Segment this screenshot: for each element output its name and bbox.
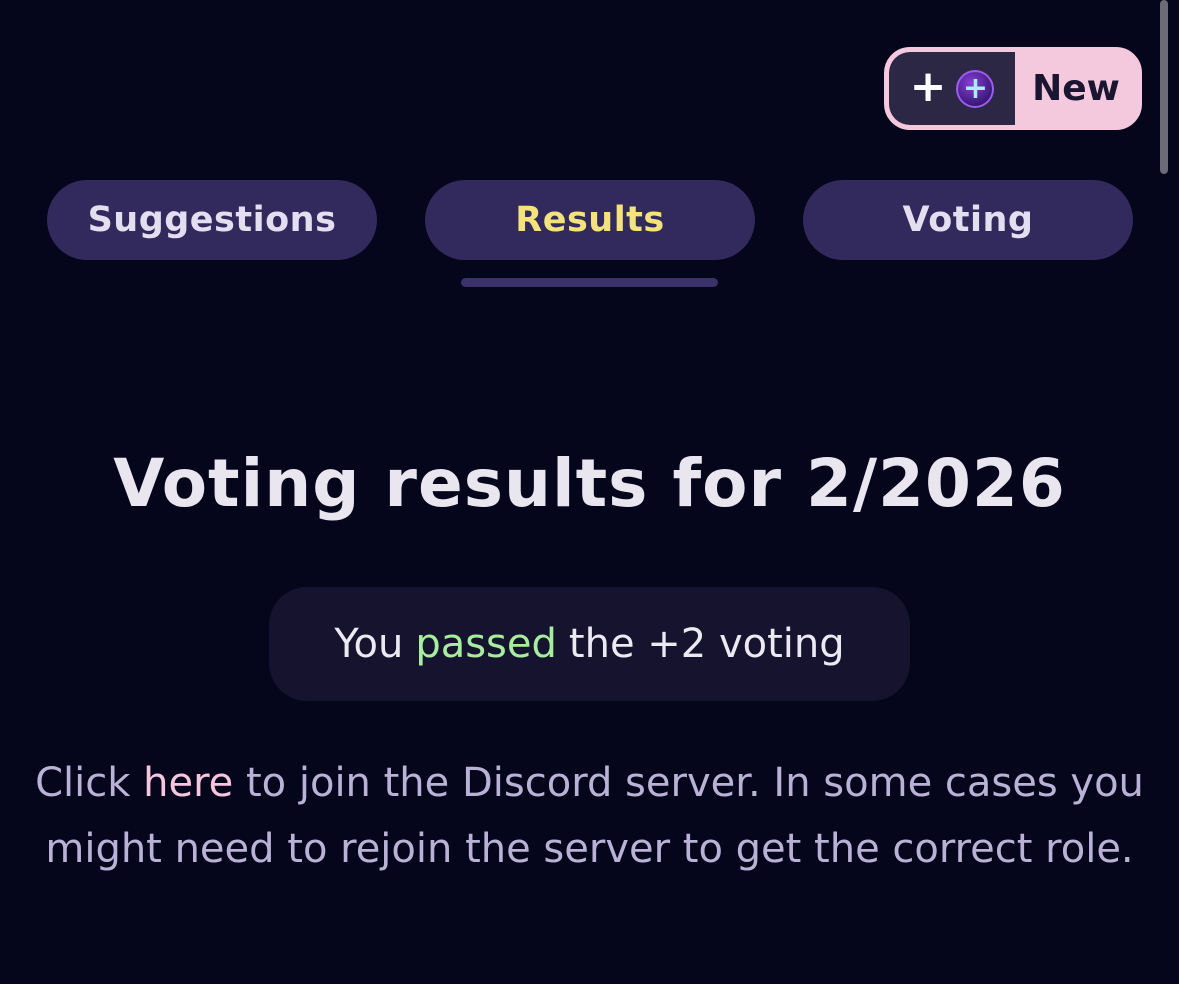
tab-suggestions[interactable]: Suggestions xyxy=(47,180,377,260)
scrollbar[interactable] xyxy=(1160,0,1168,174)
tab-voting[interactable]: Voting xyxy=(803,180,1133,260)
active-tab-indicator xyxy=(461,278,718,287)
info-before-link: Click xyxy=(35,760,131,806)
page-title: Voting results for 2/2026 xyxy=(113,445,1066,522)
tab-results[interactable]: Results xyxy=(425,180,755,260)
plus-icon: + xyxy=(909,60,947,112)
result-status: passed xyxy=(415,621,557,667)
new-button-icons: + + xyxy=(889,52,1015,125)
result-suffix: the +2 voting xyxy=(568,621,845,667)
result-badge: You passed the +2 voting xyxy=(269,587,910,701)
result-prefix: You xyxy=(334,621,404,667)
discord-link[interactable]: here xyxy=(143,760,233,806)
new-button-label: New xyxy=(1032,68,1120,109)
new-button[interactable]: + + New xyxy=(884,47,1142,130)
plus-circle-icon: + xyxy=(956,69,995,108)
discord-info-text: Click here to join the Discord server. I… xyxy=(30,750,1149,882)
